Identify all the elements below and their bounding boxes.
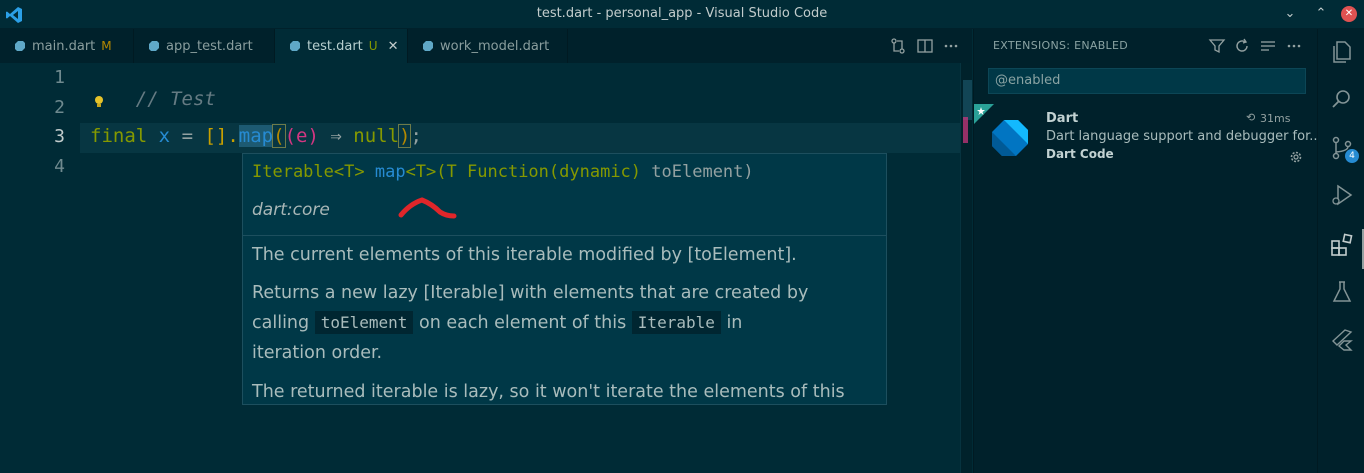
lambda-args: (e) <box>284 125 319 147</box>
method-map: map <box>238 125 274 147</box>
library-name: dart:core <box>252 200 330 220</box>
param-name: toElement) <box>651 162 754 182</box>
close-window-icon[interactable]: ✕ <box>1341 6 1357 22</box>
flutter-icon[interactable] <box>1329 327 1355 353</box>
window-title: test.dart - personal_app - Visual Studio… <box>536 6 828 21</box>
doc-text: iteration order. <box>252 343 383 363</box>
tab-label: work_model.dart <box>440 38 550 54</box>
close-paren: ) <box>397 124 412 148</box>
close-tab-icon[interactable]: ✕ <box>388 39 399 54</box>
hover-tooltip[interactable]: Iterable<T> map<T>(T Function(dynamic) t… <box>242 153 887 405</box>
arrow-operator: ⇒ <box>330 125 342 147</box>
minimize-icon[interactable]: ⌄ <box>1281 5 1299 23</box>
inline-code: Iterable <box>631 311 721 334</box>
refresh-icon[interactable] <box>1233 37 1251 55</box>
comment-text: // Test <box>135 88 216 110</box>
doc-text: on each element of this <box>419 313 627 333</box>
red-annotation-mark <box>398 197 457 219</box>
tab-app-test-dart[interactable]: app_test.dart <box>134 29 275 63</box>
doc-text: in <box>726 313 743 333</box>
dart-file-icon <box>290 41 300 51</box>
compare-changes-icon[interactable] <box>889 37 907 55</box>
untracked-badge: U <box>368 39 378 53</box>
line-number: 2 <box>54 97 65 118</box>
doc-text: calling <box>252 313 310 333</box>
type-param: <T> <box>405 162 437 182</box>
variable-x: x <box>158 125 171 147</box>
extensions-sidebar: EXTENSIONS: ENABLED @enabled Dart ⟲ 31ms… <box>973 29 1322 473</box>
testing-flask-icon[interactable] <box>1329 279 1355 305</box>
explorer-icon[interactable] <box>1329 39 1355 65</box>
sidebar-title: EXTENSIONS: ENABLED <box>993 39 1128 52</box>
run-debug-icon[interactable] <box>1329 182 1355 208</box>
semicolon: ; <box>410 125 422 147</box>
line-number: 1 <box>54 67 65 88</box>
modified-badge: M <box>101 39 112 53</box>
scrollbar-thumb[interactable] <box>963 80 972 120</box>
code-line-1[interactable]: // Test <box>90 66 216 132</box>
doc-text: Returns a new lazy [Iterable] with eleme… <box>252 283 809 303</box>
divider <box>243 235 886 236</box>
extension-item-dart[interactable]: Dart ⟲ 31ms Dart language support and de… <box>974 104 1322 166</box>
more-actions-icon[interactable] <box>1285 37 1303 55</box>
tab-label: test.dart <box>307 38 363 54</box>
dart-file-icon <box>15 41 25 51</box>
lightbulb-icon[interactable] <box>93 95 105 109</box>
param-type: (T <box>436 162 457 182</box>
maximize-icon[interactable]: ⌃ <box>1312 5 1330 23</box>
list-literal: []. <box>204 125 239 147</box>
doc-paragraph-2: Returns a new lazy [Iterable] with eleme… <box>252 278 878 368</box>
filter-icon[interactable] <box>1208 37 1226 55</box>
extensions-icon[interactable] <box>1329 232 1355 258</box>
dart-file-icon <box>149 41 159 51</box>
more-actions-icon[interactable] <box>942 37 960 55</box>
tab-test-dart[interactable]: test.dart U ✕ <box>275 29 408 63</box>
keyword-final: final <box>90 125 148 147</box>
null-literal: null <box>353 125 400 147</box>
gear-icon[interactable] <box>1288 149 1304 165</box>
param-dynamic: (dynamic) <box>548 162 642 182</box>
line-number: 3 <box>54 126 65 147</box>
tab-label: app_test.dart <box>166 38 253 54</box>
extension-publisher: Dart Code <box>1046 147 1114 161</box>
editor-tabs: main.dart M app_test.dart test.dart U ✕ … <box>0 29 972 63</box>
function-keyword: Function <box>467 162 549 182</box>
extension-search-input[interactable]: @enabled <box>988 68 1306 94</box>
search-icon[interactable] <box>1329 86 1355 112</box>
inline-code: toElement <box>314 311 414 334</box>
open-paren: ( <box>272 124 286 148</box>
doc-paragraph-1: The current elements of this iterable mo… <box>252 245 797 265</box>
extension-description: Dart language support and debugger for..… <box>1046 129 1322 144</box>
method-signature: Iterable<T> map<T>(T Function(dynamic) t… <box>252 162 754 182</box>
dart-logo-icon <box>992 120 1028 156</box>
title-bar: test.dart - personal_app - Visual Studio… <box>0 0 1364 29</box>
operator-equals: = <box>181 125 194 147</box>
tab-work-model-dart[interactable]: work_model.dart <box>408 29 568 63</box>
line-number: 4 <box>54 156 65 177</box>
history-icon: ⟲ <box>1246 111 1256 124</box>
scrollbar-marker <box>963 117 968 143</box>
split-editor-icon[interactable] <box>916 37 934 55</box>
dart-file-icon <box>423 41 433 51</box>
activation-time: 31ms <box>1260 112 1291 125</box>
activity-bar: 4 <box>1317 29 1364 473</box>
tab-label: main.dart <box>32 38 96 54</box>
method-name: map <box>374 162 406 182</box>
doc-paragraph-3: The returned iterable is lazy, so it won… <box>252 382 845 402</box>
tab-main-dart[interactable]: main.dart M <box>0 29 134 63</box>
return-type: Iterable<T> <box>252 162 365 182</box>
clear-icon[interactable] <box>1259 37 1277 55</box>
source-control-badge: 4 <box>1345 149 1359 163</box>
code-line-3[interactable]: final x = [].map((e) ⇒ null); <box>90 124 422 148</box>
extension-name: Dart <box>1046 111 1079 126</box>
